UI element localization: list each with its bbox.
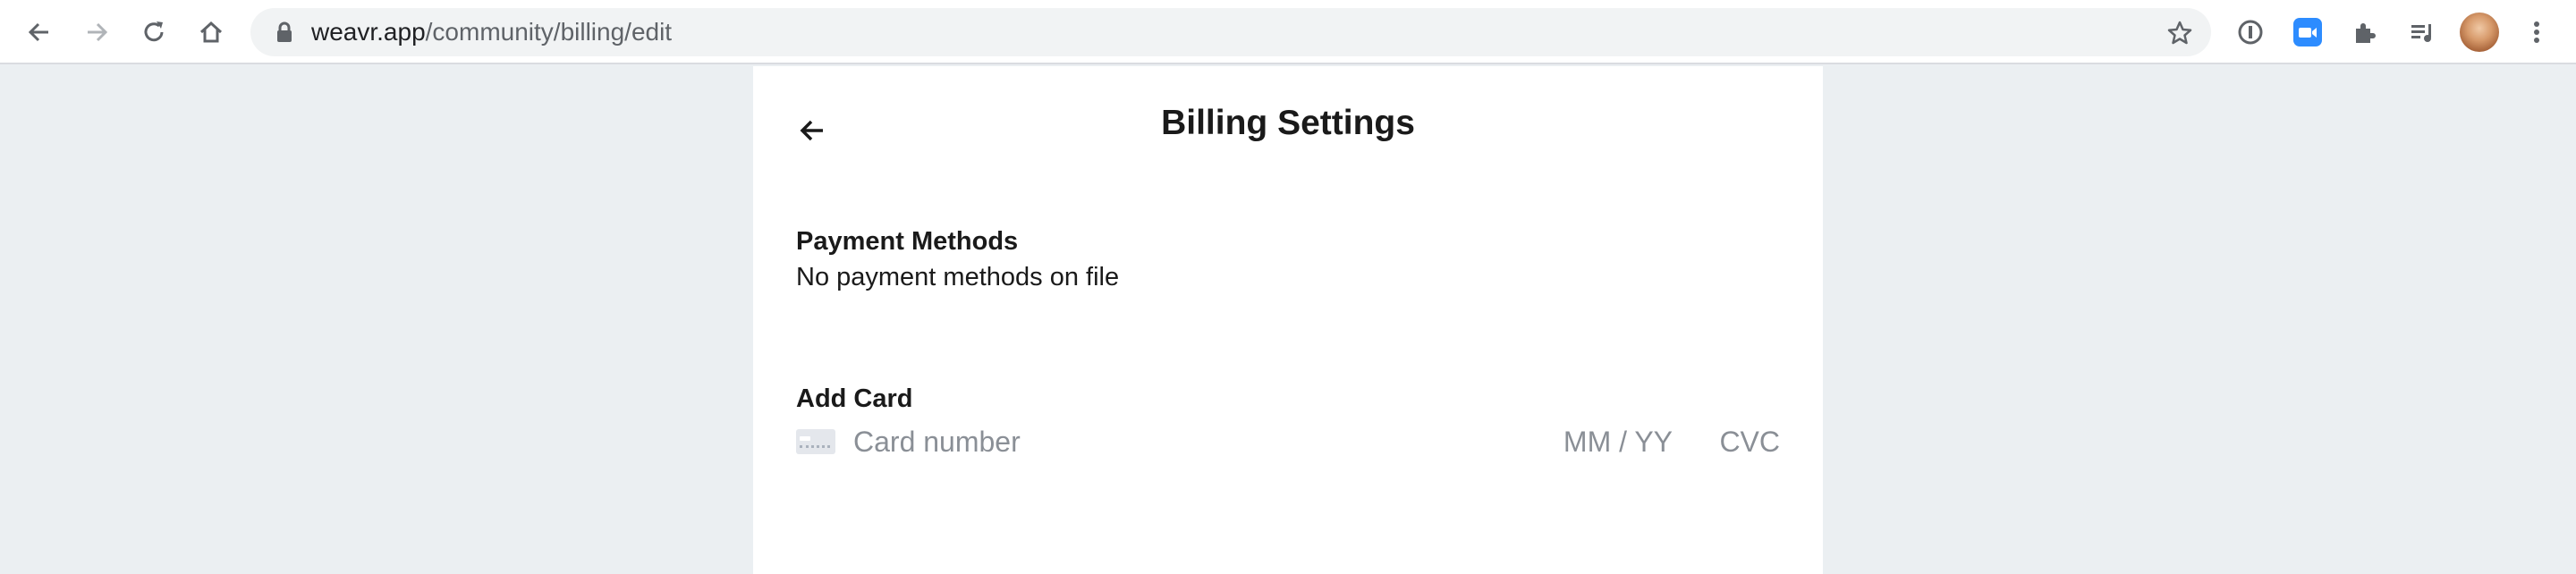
home-icon[interactable] [191,13,231,52]
url-path: /community/billing/edit [425,18,673,46]
avatar[interactable] [2460,13,2499,52]
page-title: Billing Settings [1161,104,1415,142]
expiry-field[interactable]: MM / YY [1563,422,1673,461]
url-host: weavr.app [311,18,426,46]
back-icon[interactable] [20,13,59,52]
card-number-field[interactable]: Card number [853,422,1021,461]
reload-icon[interactable] [134,13,174,52]
payment-methods-heading: Payment Methods [796,227,1019,256]
browser-toolbar: weavr.app/community/billing/edit [0,0,2576,64]
menu-icon[interactable] [2517,13,2556,52]
password-manager-icon[interactable] [2231,13,2270,52]
card-input[interactable]: Card number MM / YY CVC [796,422,1780,461]
media-queue-icon[interactable] [2402,13,2442,52]
address-bar[interactable]: weavr.app/community/billing/edit [250,8,2211,56]
add-card-heading: Add Card [796,384,913,413]
credit-card-icon [796,429,835,454]
extensions-icon[interactable] [2345,13,2385,52]
zoom-extension-icon[interactable] [2288,13,2327,52]
profile-avatar [2460,13,2499,52]
billing-panel: Billing Settings Payment Methods No paym… [753,66,1823,574]
url-text: weavr.app/community/billing/edit [311,8,672,56]
cvc-field[interactable]: CVC [1719,422,1780,461]
lock-icon [275,21,293,47]
star-icon[interactable] [2166,20,2193,51]
payment-methods-empty-text: No payment methods on file [796,263,1120,291]
forward-icon[interactable] [77,13,116,52]
